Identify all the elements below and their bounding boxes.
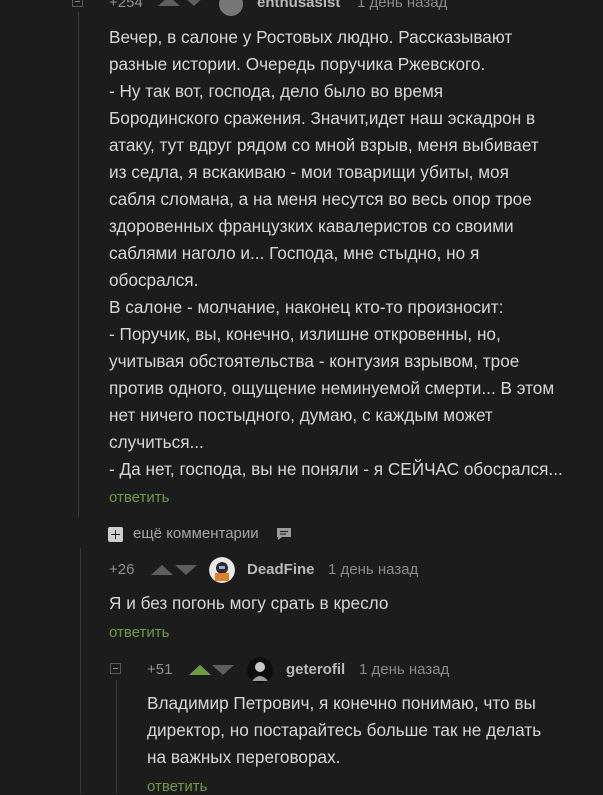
collapse-button[interactable] (72, 0, 83, 7)
comment-line: учитывая обстоятельства - контузия взрыв… (109, 351, 520, 371)
rating: +26 (109, 561, 135, 578)
comment-line: здоровенных французких кавалеристов со с… (109, 216, 514, 236)
comment-body: Вечер, в салоне у Ростовых людно. Расска… (109, 24, 563, 483)
comment-line: В салоне - молчание, наконец кто-то прои… (109, 297, 504, 317)
more-comments-label: ещё комментарии (133, 525, 259, 542)
rating: +254 (109, 0, 143, 11)
comment-line: нет ничего постыдного, думаю, с каждым м… (109, 405, 493, 425)
collapse-button[interactable] (110, 663, 121, 674)
upvote-icon[interactable] (151, 564, 173, 576)
username[interactable]: enthusasist (257, 0, 340, 11)
timestamp[interactable]: 1 день назад (359, 661, 449, 678)
thread-line (78, 12, 79, 517)
rating: +51 (147, 661, 173, 678)
thread-line (116, 680, 117, 794)
comment-line: Бородинского сражения. Значит,идет наш э… (109, 108, 536, 128)
comment-line: - Поручик, вы, конечно, излишне откровен… (109, 324, 501, 344)
avatar[interactable] (219, 0, 243, 16)
comment-line: против одного, ощущение неминуемой смерт… (109, 378, 555, 398)
avatar[interactable] (247, 657, 273, 683)
comment-line: на важных переговорах. (147, 747, 341, 767)
upvote-icon[interactable] (189, 664, 211, 676)
username[interactable]: DeadFine (247, 561, 315, 578)
comment-line: - Да нет, господа, вы не поняли - я СЕЙЧ… (109, 459, 563, 479)
comment-line: обосрался. (109, 270, 199, 290)
reply-link[interactable]: ответить (147, 778, 207, 795)
comment-line: Вечер, в салоне у Ростовых людно. Расска… (109, 27, 513, 47)
comment-line: из седла, я вскакиваю - мои товарищи уби… (109, 162, 509, 182)
timestamp[interactable]: 1 день назад (328, 561, 418, 578)
avatar[interactable] (209, 557, 235, 583)
comment-line: разные истории. Очередь поручика Ржевско… (109, 54, 486, 74)
comment-line: - Ну так вот, господа, дело было во врем… (109, 81, 444, 101)
comment-body: Я и без погонь могу срать в кресло (109, 593, 389, 613)
reply-link[interactable]: ответить (109, 624, 169, 641)
thread-line (80, 548, 81, 794)
downvote-icon[interactable] (183, 0, 205, 7)
reply-link[interactable]: ответить (109, 489, 169, 506)
comment-line: сабля сломана, а на меня несутся во весь… (109, 189, 532, 209)
expand-icon (108, 527, 123, 542)
username[interactable]: geterofil (286, 661, 345, 678)
comment-line: саблями наголо и... Господа, мне стыдно,… (109, 243, 480, 263)
comment-icon (277, 528, 291, 540)
downvote-icon[interactable] (212, 664, 234, 676)
comment-line: случиться... (109, 432, 204, 452)
comment-line: атаку, тут вдруг рядом со мной взрыв, ме… (109, 135, 539, 155)
comment-body: Владимир Петрович, я конечно понимаю, чт… (147, 690, 541, 771)
comment-line: директор, но постарайтесь больше так не … (147, 720, 542, 740)
downvote-icon[interactable] (175, 564, 197, 576)
upvote-icon[interactable] (158, 0, 180, 7)
comment-line: Владимир Петрович, я конечно понимаю, чт… (147, 693, 536, 713)
timestamp[interactable]: 1 день назад (357, 0, 447, 11)
